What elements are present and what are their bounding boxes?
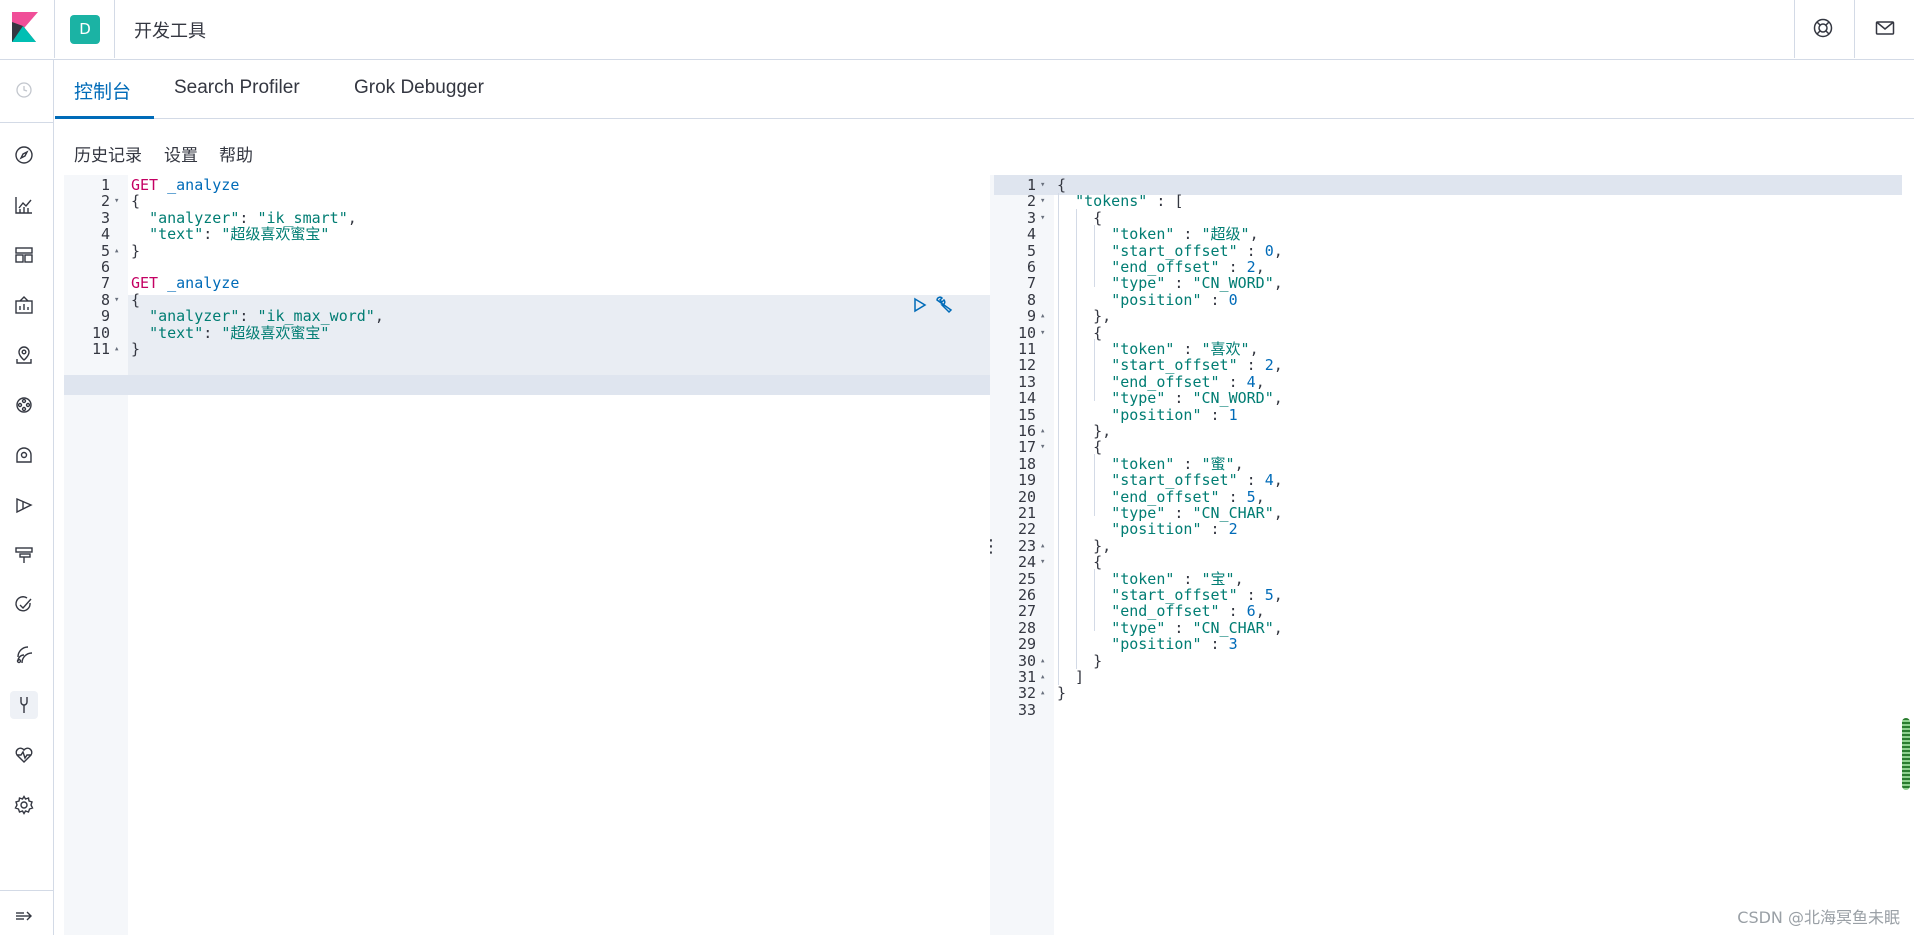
watermark: CSDN @北海冥鱼未眠 — [1737, 908, 1900, 927]
code-line: } — [131, 340, 141, 358]
infrastructure-icon[interactable] — [10, 441, 38, 469]
maps-icon[interactable] — [10, 341, 38, 369]
collapse-arrow-icon[interactable] — [10, 902, 38, 930]
code-line: } — [1057, 684, 1067, 703]
code-line: } — [131, 241, 141, 260]
dev-tools-wrench-icon[interactable] — [10, 691, 38, 719]
header-divider — [54, 0, 55, 58]
play-triangle-icon[interactable] — [912, 297, 928, 317]
recent-clock-icon[interactable] — [10, 76, 38, 104]
dashboard-icon[interactable] — [10, 241, 38, 269]
space-avatar[interactable]: D — [70, 15, 100, 44]
help-lifebuoy-icon[interactable] — [1812, 17, 1836, 41]
discover-compass-icon[interactable] — [10, 141, 38, 169]
nav-divider — [0, 122, 54, 123]
side-navigation — [0, 60, 54, 935]
siem-icon[interactable] — [10, 641, 38, 669]
canvas-icon[interactable] — [10, 291, 38, 319]
header-divider — [1854, 0, 1855, 58]
indent-guide — [1094, 225, 1095, 287]
line-number: 33 — [1017, 700, 1036, 719]
tab-grok-debugger[interactable]: Grok Debugger — [354, 77, 484, 99]
fold-close-icon[interactable]: ▴ — [114, 339, 119, 359]
top-header-bar: D 开发工具 — [0, 0, 1914, 60]
active-tab-indicator — [55, 116, 154, 119]
page-title: 开发工具 — [134, 21, 206, 42]
fold-open-icon[interactable]: ▾ — [1040, 552, 1045, 572]
fold-close-icon[interactable]: ▴ — [1040, 683, 1045, 703]
help-link[interactable]: 帮助 — [219, 141, 253, 166]
tab-console[interactable]: 控制台 — [74, 77, 131, 104]
history-link[interactable]: 历史记录 — [74, 141, 142, 166]
header-divider — [114, 0, 115, 58]
uptime-icon[interactable] — [10, 591, 38, 619]
visualize-chart-icon[interactable] — [10, 191, 38, 219]
apm-icon[interactable] — [10, 541, 38, 569]
wrench-icon[interactable] — [934, 296, 954, 318]
header-divider — [1794, 0, 1795, 58]
fold-open-icon[interactable]: ▾ — [1040, 437, 1045, 457]
nav-divider — [0, 890, 54, 891]
mail-icon[interactable] — [1874, 17, 1898, 41]
active-line-highlight — [64, 375, 1039, 395]
request-editor[interactable]: 1 GET _analyze 2 ▾{3 "analyzer": "ik_smart"… — [64, 175, 1039, 935]
logs-icon[interactable] — [10, 491, 38, 519]
code-line: "text": "超级喜欢蜜宝" — [149, 323, 330, 342]
settings-link[interactable]: 设置 — [164, 141, 198, 166]
fold-open-icon[interactable]: ▾ — [1040, 208, 1045, 228]
kibana-logo-icon[interactable] — [12, 12, 38, 42]
fold-open-icon[interactable]: ▾ — [114, 290, 119, 310]
fold-open-icon[interactable]: ▾ — [1040, 323, 1045, 343]
fold-close-icon[interactable]: ▴ — [114, 241, 119, 261]
line-number: 11 — [91, 340, 110, 358]
indent-guide — [1076, 209, 1077, 669]
dev-tools-tabs: 控制台 Search Profiler Grok Debugger — [55, 60, 1914, 119]
fold-open-icon[interactable]: ▾ — [114, 191, 119, 211]
code-line: GET _analyze — [131, 176, 240, 194]
indent-guide — [1058, 193, 1059, 685]
tab-search-profiler[interactable]: Search Profiler — [174, 77, 300, 99]
monitoring-heartbeat-icon[interactable] — [10, 741, 38, 769]
ml-icon[interactable] — [10, 391, 38, 419]
indent-guide — [1094, 339, 1095, 401]
indent-guide — [1094, 454, 1095, 516]
management-gear-icon[interactable] — [10, 791, 38, 819]
code-line: GET _analyze — [131, 274, 240, 293]
response-editor: 1 ▾{2 ▾ "tokens" : [3 ▾ {4 "token" : "超级", 5… — [994, 175, 1908, 935]
code-line: "text": "超级喜欢蜜宝" — [149, 225, 330, 244]
response-scrollbar[interactable] — [1902, 718, 1910, 790]
indent-guide — [1094, 569, 1095, 631]
